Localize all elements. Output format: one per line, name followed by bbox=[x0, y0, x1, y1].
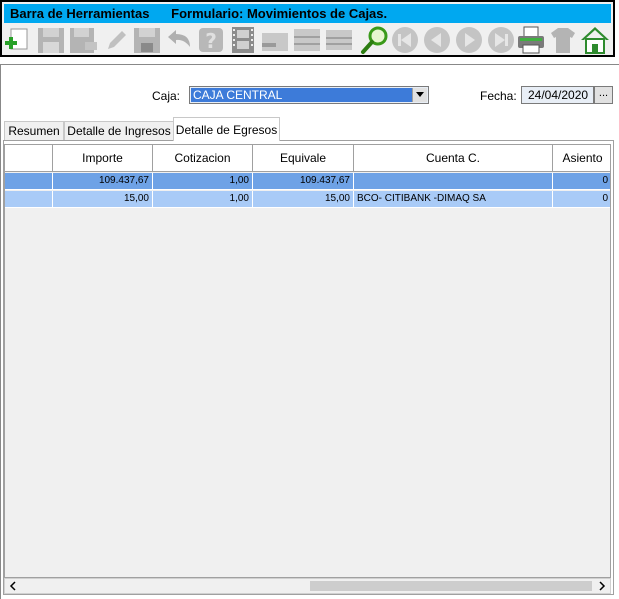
help-button[interactable]: ? bbox=[196, 25, 226, 55]
cuenta-cell[interactable]: BCO- CITIBANK -DIMAQ SA bbox=[354, 191, 553, 208]
row-selector-cell[interactable] bbox=[5, 173, 53, 190]
cuenta-cell[interactable] bbox=[354, 173, 553, 190]
edit-icon bbox=[108, 31, 126, 49]
fecha-label: Fecha: bbox=[480, 89, 517, 103]
equivale-cell[interactable]: 109.437,67 bbox=[253, 173, 354, 190]
cotizacion-cell[interactable]: 1,00 bbox=[153, 173, 253, 190]
egresos-grid: Importe Cotizacion Equivale Cuenta C. As… bbox=[4, 144, 611, 578]
undo-icon bbox=[168, 30, 190, 47]
search-icon bbox=[361, 26, 388, 54]
help-icon: ? bbox=[199, 28, 223, 53]
cotizacion-cell[interactable]: 1,00 bbox=[153, 191, 253, 208]
form-title: Formulario: Movimientos de Cajas. bbox=[171, 6, 388, 21]
importe-cell[interactable]: 109.437,67 bbox=[53, 173, 153, 190]
chevron-left-icon bbox=[9, 581, 16, 591]
print-icon bbox=[518, 26, 544, 54]
edit-button[interactable] bbox=[100, 25, 130, 55]
toolbar-title: Barra de Herramientas bbox=[10, 6, 150, 21]
column-header-asiento[interactable]: Asiento bbox=[553, 145, 610, 172]
equivale-cell[interactable]: 15,00 bbox=[253, 191, 354, 208]
column-header-cuenta[interactable]: Cuenta C. bbox=[354, 145, 553, 172]
search-button[interactable] bbox=[360, 25, 390, 55]
scroll-thumb[interactable] bbox=[310, 581, 592, 591]
home-icon bbox=[581, 27, 609, 54]
undo-button[interactable] bbox=[164, 25, 194, 55]
film-icon bbox=[232, 27, 254, 53]
column-header-importe[interactable]: Importe bbox=[53, 145, 153, 172]
first-record-button[interactable] bbox=[390, 25, 420, 55]
row-selector-cell[interactable] bbox=[5, 191, 53, 208]
toolbar-buttons: ? bbox=[4, 24, 611, 56]
next-record-button[interactable] bbox=[454, 25, 484, 55]
minus-button[interactable] bbox=[260, 25, 290, 55]
save-as-button[interactable] bbox=[68, 25, 98, 55]
chevron-right-icon bbox=[599, 581, 606, 591]
film-button[interactable] bbox=[228, 25, 258, 55]
shirt-icon bbox=[551, 28, 575, 53]
lines-icon bbox=[326, 30, 352, 50]
last-record-button[interactable] bbox=[486, 25, 516, 55]
next-icon bbox=[456, 27, 482, 53]
save-button[interactable] bbox=[36, 25, 66, 55]
window-left-border bbox=[0, 64, 1, 599]
first-icon bbox=[392, 27, 418, 53]
caja-label: Caja: bbox=[152, 89, 181, 103]
save-as-icon bbox=[70, 28, 97, 53]
toolbar-separator bbox=[0, 64, 619, 65]
toolbar: Barra de Herramientas Formulario: Movimi… bbox=[0, 0, 615, 57]
save-icon bbox=[38, 28, 64, 53]
asiento-cell[interactable]: 0 bbox=[553, 173, 610, 190]
add-icon bbox=[5, 28, 28, 50]
toolbar-title-bar: Barra de Herramientas Formulario: Movimi… bbox=[4, 4, 611, 23]
svg-text:?: ? bbox=[205, 29, 217, 53]
tab-detalle-egresos[interactable]: Detalle de Egresos bbox=[173, 117, 280, 141]
print-button[interactable] bbox=[516, 25, 546, 55]
shirt-button[interactable] bbox=[548, 25, 578, 55]
lines-button[interactable] bbox=[324, 25, 354, 55]
save-disk-icon bbox=[134, 28, 160, 53]
fecha-field[interactable]: 24/04/2020 bbox=[521, 86, 594, 104]
column-header-equivale[interactable]: Equivale bbox=[253, 145, 354, 172]
add-button[interactable] bbox=[4, 25, 34, 55]
chevron-down-icon bbox=[416, 92, 424, 97]
home-button[interactable] bbox=[580, 25, 610, 55]
prev-icon bbox=[424, 27, 450, 53]
save-disk-button[interactable] bbox=[132, 25, 162, 55]
fecha-picker-button[interactable]: ... bbox=[594, 86, 613, 104]
caja-select[interactable]: CAJA CENTRAL bbox=[189, 86, 429, 104]
asiento-cell[interactable]: 0 bbox=[553, 191, 610, 208]
scroll-right-button[interactable] bbox=[594, 579, 610, 593]
column-header-selector[interactable] bbox=[5, 145, 53, 172]
last-icon bbox=[488, 27, 514, 53]
tab-detalle-ingresos[interactable]: Detalle de Ingresos bbox=[64, 121, 174, 140]
list-icon bbox=[294, 29, 320, 51]
importe-cell[interactable]: 15,00 bbox=[53, 191, 153, 208]
horizontal-scrollbar[interactable] bbox=[4, 578, 611, 594]
previous-record-button[interactable] bbox=[422, 25, 452, 55]
minus-icon bbox=[262, 33, 288, 51]
scroll-left-button[interactable] bbox=[5, 579, 21, 593]
caja-selected-value: CAJA CENTRAL bbox=[191, 88, 413, 102]
column-header-cotizacion[interactable]: Cotizacion bbox=[153, 145, 253, 172]
caja-dropdown-button[interactable] bbox=[412, 88, 427, 102]
tab-resumen[interactable]: Resumen bbox=[4, 121, 64, 140]
list-button[interactable] bbox=[292, 25, 322, 55]
